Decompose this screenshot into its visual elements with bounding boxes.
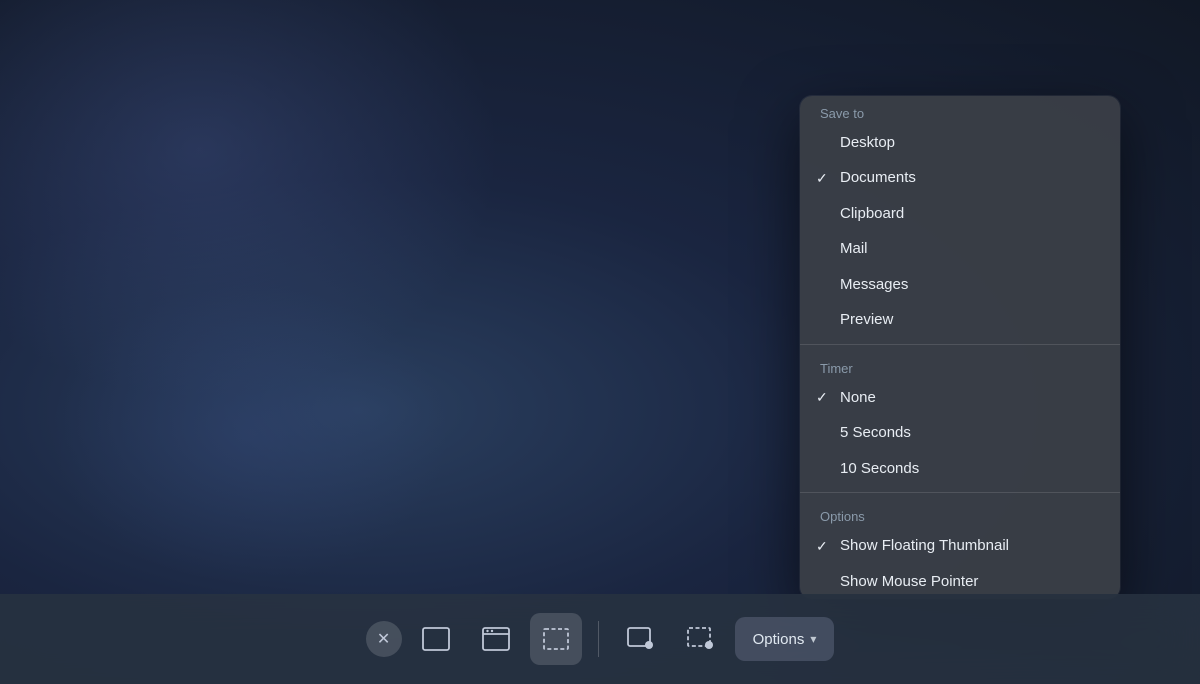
menu-item-clipboard-label: Clipboard <box>840 204 904 224</box>
menu-item-none-label: None <box>840 388 876 408</box>
menu-item-10seconds[interactable]: 10 Seconds <box>800 451 1120 487</box>
menu-item-show-floating-thumbnail-label: Show Floating Thumbnail <box>840 536 1009 556</box>
checkmark-floating-thumbnail: ✓ <box>816 537 828 555</box>
menu-item-documents-label: Documents <box>840 168 916 188</box>
chevron-down-icon: ▾ <box>810 632 816 646</box>
options-dropdown-menu: Save to Desktop ✓ Documents Clipboard Ma… <box>800 96 1120 600</box>
fullscreen-capture-icon <box>420 623 452 655</box>
region-capture-icon <box>540 623 572 655</box>
toolbar-inner: ✕ <box>346 613 855 665</box>
menu-item-messages-label: Messages <box>840 275 908 295</box>
menu-item-10seconds-label: 10 Seconds <box>840 459 919 479</box>
options-button-label: Options <box>753 631 805 648</box>
checkmark-none: ✓ <box>816 388 828 406</box>
menu-item-documents[interactable]: ✓ Documents <box>800 160 1120 196</box>
menu-item-none[interactable]: ✓ None <box>800 380 1120 416</box>
menu-item-clipboard[interactable]: Clipboard <box>800 196 1120 232</box>
save-to-section-label: Save to <box>800 96 1120 125</box>
menu-item-show-floating-thumbnail[interactable]: ✓ Show Floating Thumbnail <box>800 528 1120 564</box>
region-capture-button[interactable] <box>530 613 582 665</box>
close-icon: ✕ <box>377 629 390 649</box>
menu-item-mail[interactable]: Mail <box>800 231 1120 267</box>
toolbar-divider <box>598 621 599 657</box>
window-capture-icon <box>480 623 512 655</box>
screenshot-toolbar: ✕ <box>0 594 1200 684</box>
close-button[interactable]: ✕ <box>366 621 402 657</box>
menu-item-preview-label: Preview <box>840 310 893 330</box>
screen-record-icon <box>625 623 657 655</box>
checkmark-documents: ✓ <box>816 169 828 187</box>
screen-record-button[interactable] <box>615 613 667 665</box>
window-capture-button[interactable] <box>470 613 522 665</box>
menu-item-desktop[interactable]: Desktop <box>800 125 1120 161</box>
region-record-button[interactable] <box>675 613 727 665</box>
options-section-label: Options <box>800 499 1120 528</box>
fullscreen-capture-button[interactable] <box>410 613 462 665</box>
separator-2 <box>800 492 1120 493</box>
menu-item-show-mouse-pointer-label: Show Mouse Pointer <box>840 572 978 592</box>
menu-item-mail-label: Mail <box>840 239 868 259</box>
menu-item-messages[interactable]: Messages <box>800 267 1120 303</box>
menu-item-5seconds-label: 5 Seconds <box>840 423 911 443</box>
region-record-icon <box>685 623 717 655</box>
menu-item-5seconds[interactable]: 5 Seconds <box>800 415 1120 451</box>
menu-item-desktop-label: Desktop <box>840 133 895 153</box>
timer-section-label: Timer <box>800 351 1120 380</box>
options-button[interactable]: Options ▾ <box>735 617 835 661</box>
separator-1 <box>800 344 1120 345</box>
menu-item-preview[interactable]: Preview <box>800 302 1120 338</box>
